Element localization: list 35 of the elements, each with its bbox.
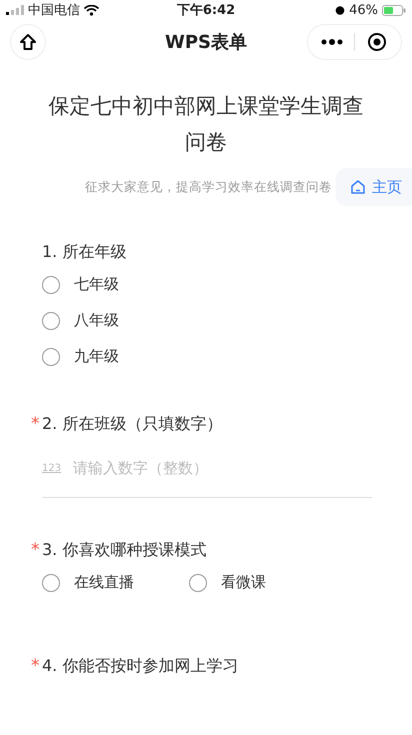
carrier-name: 中国电信 xyxy=(28,2,80,19)
nav-title: WPS表单 xyxy=(165,31,247,54)
question-label: 3. 你喜欢哪种授课模式 xyxy=(42,540,206,559)
radio-button[interactable] xyxy=(42,348,60,366)
target-icon xyxy=(367,32,387,52)
radio-button[interactable] xyxy=(189,574,207,592)
required-mark: * xyxy=(31,540,40,560)
option-label[interactable]: 八年级 xyxy=(74,311,119,330)
radio-button[interactable] xyxy=(42,312,60,330)
home-icon xyxy=(18,32,38,52)
required-mark: * xyxy=(31,414,40,434)
form-title: 保定七中初中部网上课堂学生调查问卷 xyxy=(48,93,364,156)
radio-button[interactable] xyxy=(42,574,60,592)
required-mark: * xyxy=(31,656,40,676)
battery-percent: 46% xyxy=(349,2,378,18)
option-label[interactable]: 看微课 xyxy=(221,573,266,592)
number-input-icon: 123 xyxy=(42,462,62,474)
battery-icon xyxy=(382,4,406,16)
question-label: 2. 所在班级（只填数字） xyxy=(42,414,222,433)
radio-button[interactable] xyxy=(42,276,60,294)
home-icon xyxy=(350,179,366,195)
question-label: 4. 你能否按时参加网上学习 xyxy=(42,656,238,675)
option-label[interactable]: 九年级 xyxy=(74,347,119,366)
option-label[interactable]: 七年级 xyxy=(74,275,119,294)
home-button[interactable] xyxy=(10,24,46,60)
wifi-icon xyxy=(84,4,99,16)
homepage-button[interactable]: 主页 xyxy=(336,168,412,206)
more-icon xyxy=(321,39,343,45)
input-field[interactable]: 请输入数字（整数） xyxy=(73,459,372,477)
signal-icon xyxy=(6,5,24,15)
alarm-icon xyxy=(335,5,346,15)
form-subtitle: 征求大家意见，提高学习效率在线调查问卷 xyxy=(85,178,332,196)
question-label: 1. 所在年级 xyxy=(42,242,126,261)
option-label[interactable]: 在线直播 xyxy=(74,573,134,592)
status-time: 下午6:42 xyxy=(176,2,236,19)
